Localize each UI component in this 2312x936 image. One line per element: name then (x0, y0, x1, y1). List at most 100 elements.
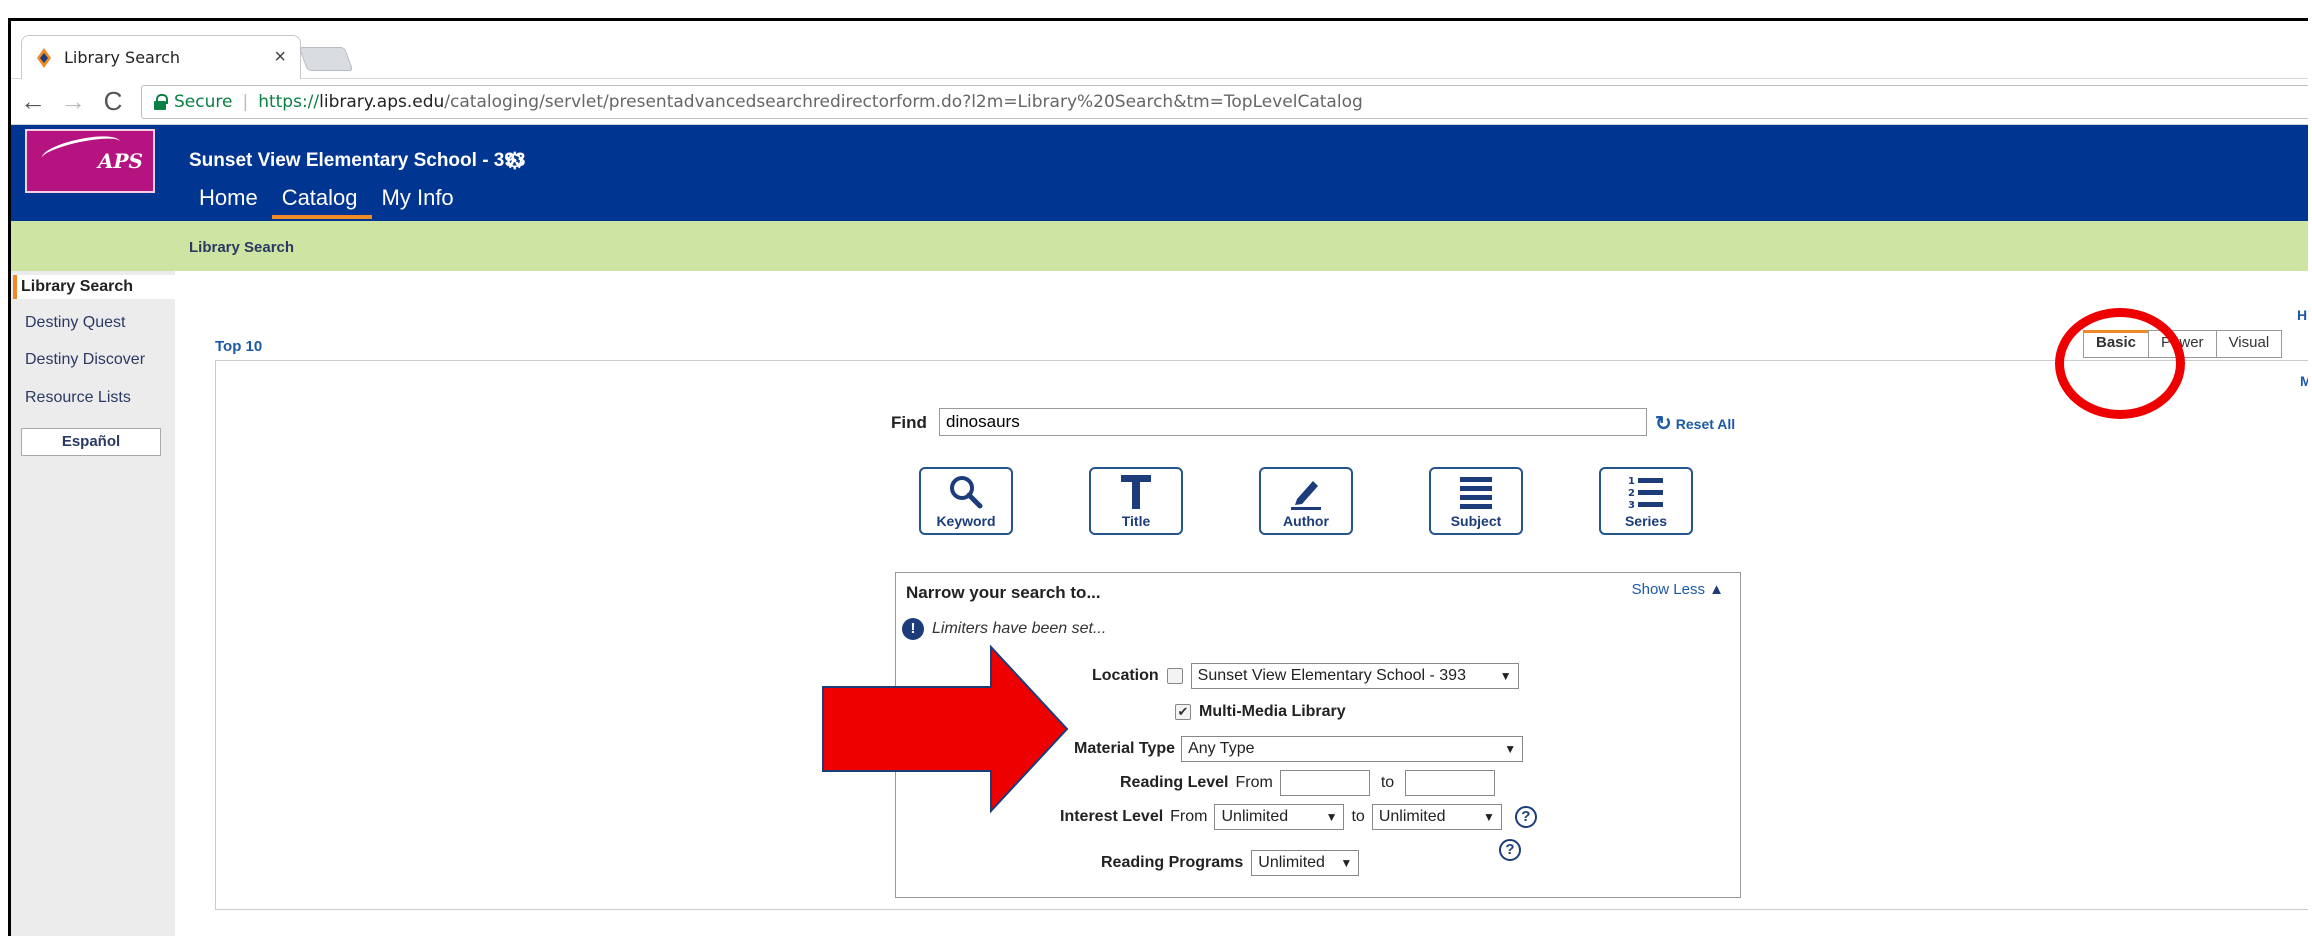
reading-programs-row: Reading Programs Unlimited ▼ (1101, 850, 1360, 876)
cutoff-help-link[interactable]: H (2297, 307, 2307, 323)
author-button[interactable]: Author (1259, 467, 1353, 535)
site-header: APS Sunset View Elementary School - 393 … (11, 125, 2308, 221)
interest-help-icon[interactable]: ? (1514, 806, 1537, 828)
magnifier-icon (950, 476, 983, 509)
reading-level-label: Reading Level (1120, 774, 1229, 791)
limiters-note: ! Limiters have been set... (902, 618, 1106, 640)
top10-link[interactable]: Top 10 (215, 338, 262, 355)
title-label: Title (1121, 513, 1151, 529)
secure-label: Secure (174, 92, 233, 112)
aps-logo[interactable]: APS (25, 129, 155, 193)
svg-text:2: 2 (1628, 488, 1635, 499)
material-type-row: Material Type Any Type ▼ (1074, 736, 1524, 762)
title-button[interactable]: Title (1089, 467, 1183, 535)
nav-catalog[interactable]: Catalog (271, 185, 372, 219)
interest-level-label: Interest Level (1060, 808, 1164, 825)
sidebar-item-destiny-discover[interactable]: Destiny Discover (19, 351, 169, 369)
multimedia-label: Multi-Media Library (1199, 703, 1346, 720)
subject-label: Subject (1450, 513, 1502, 529)
tab-visual[interactable]: Visual (2215, 330, 2283, 358)
show-less-link[interactable]: Show Less ▲ (1632, 581, 1724, 598)
new-tab-button[interactable] (298, 47, 354, 71)
location-select[interactable]: Sunset View Elementary School - 393 ▼ (1190, 663, 1519, 689)
sub-header-bar: Library Search (11, 221, 2308, 271)
find-label: Find (891, 413, 927, 432)
nav-my-info[interactable]: My Info (372, 185, 468, 219)
url-scheme: https:// (258, 92, 320, 112)
screenshot-frame: Library Search × ← → C Secure | https://… (8, 18, 2308, 936)
multimedia-row: ✔ Multi-Media Library (1175, 703, 1346, 721)
caret-up-icon: ▲ (1709, 581, 1724, 598)
reading-to-label: to (1380, 774, 1395, 791)
forward-arrow-icon[interactable]: → (55, 86, 91, 117)
reading-level-from-input[interactable] (1279, 770, 1370, 796)
keyword-button[interactable]: Keyword (919, 467, 1013, 535)
svg-text:1: 1 (1628, 476, 1635, 487)
keyword-label: Keyword (936, 513, 996, 529)
subject-button[interactable]: Subject (1429, 467, 1523, 535)
reload-icon[interactable]: C (95, 86, 131, 117)
sidebar-item-library-search[interactable]: Library Search (13, 275, 175, 299)
interest-level-row: Interest Level From Unlimited ▼ to Unlimi… (1060, 804, 1537, 830)
interest-from-label: From (1170, 808, 1208, 825)
reading-level-row: Reading Level From to (1120, 770, 1496, 796)
author-label: Author (1283, 513, 1329, 529)
multimedia-checkbox[interactable]: ✔ (1175, 704, 1191, 720)
location-checkbox[interactable] (1166, 668, 1183, 684)
reading-programs-help-icon[interactable]: ? (1499, 839, 1521, 861)
find-input[interactable] (939, 408, 1647, 436)
tab-title: Library Search (64, 48, 180, 67)
limiters-text: Limiters have been set... (932, 620, 1107, 637)
location-value: Sunset View Elementary School - 393 (1197, 667, 1466, 684)
svg-text:3: 3 (1628, 500, 1635, 511)
material-type-value: Any Type (1188, 740, 1255, 757)
series-label: Series (1624, 513, 1668, 529)
gear-icon[interactable]: ⚙ (504, 147, 526, 176)
dropdown-arrow-icon: ▼ (1340, 856, 1353, 870)
sidebar: Library Search Destiny Quest Destiny Dis… (11, 271, 175, 936)
browser-tabstrip: Library Search × (11, 21, 2308, 79)
pencil-icon (1291, 481, 1321, 510)
destiny-favicon-icon (36, 47, 52, 68)
back-arrow-icon[interactable]: ← (15, 86, 51, 117)
reset-all-label: Reset All (1675, 416, 1736, 432)
annotation-red-circle (2055, 308, 2185, 419)
url-host: library.aps.edu (319, 92, 445, 112)
dropdown-arrow-icon: ▼ (1325, 810, 1338, 824)
interest-to-select[interactable]: Unlimited ▼ (1371, 804, 1502, 830)
material-type-select[interactable]: Any Type ▼ (1181, 736, 1524, 762)
sidebar-item-resource-lists[interactable]: Resource Lists (19, 389, 169, 407)
title-t-icon (1121, 475, 1151, 509)
dropdown-arrow-icon: ▼ (1482, 810, 1495, 824)
annotation-red-arrow-icon (822, 645, 1069, 814)
reading-level-to-input[interactable] (1405, 770, 1496, 796)
dropdown-arrow-icon: ▼ (1499, 669, 1512, 683)
location-row: Location Sunset View Elementary School -… (1092, 663, 1519, 689)
reading-from-label: From (1235, 774, 1273, 791)
interest-to-value: Unlimited (1378, 808, 1446, 825)
reading-programs-select[interactable]: Unlimited ▼ (1251, 850, 1360, 876)
exclamation-icon: ! (902, 618, 924, 640)
interest-from-select[interactable]: Unlimited ▼ (1214, 804, 1345, 830)
tab-close-icon[interactable]: × (274, 46, 286, 69)
reset-all-link[interactable]: ↻ Reset All (1655, 414, 1735, 434)
interest-from-value: Unlimited (1221, 808, 1289, 825)
nav-home[interactable]: Home (189, 185, 272, 219)
school-name: Sunset View Elementary School - 393 (189, 150, 526, 171)
address-bar[interactable]: Secure | https:// library.aps.edu /catal… (141, 85, 2308, 119)
address-separator: | (242, 92, 249, 112)
lock-icon (154, 94, 168, 110)
show-less-label: Show Less (1631, 581, 1705, 598)
search-type-buttons: Keyword Title Author Subject 123 Series (919, 467, 1693, 535)
browser-tab[interactable]: Library Search × (21, 35, 301, 79)
logo-text: APS (98, 149, 143, 173)
narrow-title: Narrow your search to... (906, 583, 1101, 602)
numbered-list-icon: 123 (1628, 476, 1663, 511)
reading-programs-value: Unlimited (1258, 854, 1325, 871)
subbar-title: Library Search (189, 239, 295, 256)
dropdown-arrow-icon: ▼ (1504, 742, 1517, 756)
sidebar-item-destiny-quest[interactable]: Destiny Quest (19, 314, 169, 332)
reset-icon: ↻ (1655, 413, 1672, 435)
espanol-button[interactable]: Español (21, 428, 161, 456)
series-button[interactable]: 123 Series (1599, 467, 1693, 535)
